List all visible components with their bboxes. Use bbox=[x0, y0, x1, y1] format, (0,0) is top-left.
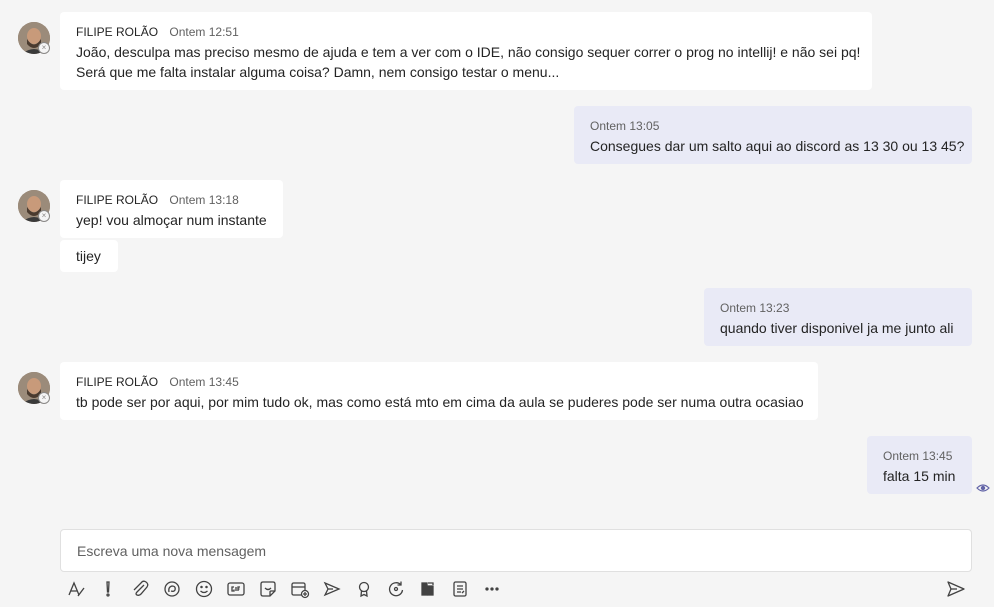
loop-icon[interactable] bbox=[161, 578, 183, 600]
updates-icon[interactable] bbox=[385, 578, 407, 600]
praise-icon[interactable] bbox=[353, 578, 375, 600]
message-text: falta 15 min bbox=[883, 468, 956, 484]
message-bubble[interactable]: Ontem 13:23 quando tiver disponivel ja m… bbox=[704, 288, 972, 346]
message-time: Ontem 13:45 bbox=[883, 449, 953, 463]
attach-icon[interactable] bbox=[129, 578, 151, 600]
message-sender: FILIPE ROLÃO bbox=[76, 193, 159, 207]
message-time: Ontem 13:45 bbox=[169, 375, 239, 389]
message-time: Ontem 12:51 bbox=[169, 25, 239, 39]
emoji-icon[interactable] bbox=[193, 578, 215, 600]
message-text: tijey bbox=[76, 248, 101, 264]
message-input[interactable] bbox=[61, 530, 971, 571]
compose-box[interactable] bbox=[60, 529, 972, 572]
message-text: Consegues dar um salto aqui ao discord a… bbox=[590, 138, 965, 154]
presence-unknown-icon: × bbox=[38, 42, 50, 54]
app-icon[interactable] bbox=[417, 578, 439, 600]
message-bubble[interactable]: tijey bbox=[60, 240, 118, 272]
message-text: quando tiver disponivel ja me junto ali bbox=[720, 320, 954, 336]
message-bubble[interactable]: Ontem 13:05 Consegues dar um salto aqui … bbox=[574, 106, 972, 164]
more-options-icon[interactable] bbox=[481, 578, 503, 600]
message-text: João, desculpa mas preciso mesmo de ajud… bbox=[76, 44, 861, 60]
message-time: Ontem 13:18 bbox=[169, 193, 239, 207]
message-time: Ontem 13:23 bbox=[720, 301, 790, 315]
stream-icon[interactable] bbox=[321, 578, 343, 600]
send-icon bbox=[947, 581, 965, 597]
presence-unknown-icon: × bbox=[38, 210, 50, 222]
message-bubble[interactable]: FILIPE ROLÃO Ontem 12:51 João, desculpa … bbox=[60, 12, 872, 90]
forms-icon[interactable] bbox=[449, 578, 471, 600]
important-icon[interactable] bbox=[97, 578, 119, 600]
message-sender: FILIPE ROLÃO bbox=[76, 25, 159, 39]
message-time: Ontem 13:05 bbox=[590, 119, 660, 133]
message-text: yep! vou almoçar num instante bbox=[76, 212, 267, 228]
presence-unknown-icon: × bbox=[38, 392, 50, 404]
sticker-icon[interactable] bbox=[257, 578, 279, 600]
format-icon[interactable] bbox=[65, 578, 87, 600]
gif-icon[interactable] bbox=[225, 578, 247, 600]
message-sender: FILIPE ROLÃO bbox=[76, 375, 159, 389]
compose-toolbar bbox=[0, 578, 994, 600]
message-text: Será que me falta instalar alguma coisa?… bbox=[76, 64, 560, 80]
read-receipt-icon bbox=[976, 484, 990, 492]
message-bubble[interactable]: FILIPE ROLÃO Ontem 13:45 tb pode ser por… bbox=[60, 362, 818, 420]
message-bubble[interactable]: Ontem 13:45 falta 15 min bbox=[867, 436, 972, 494]
message-bubble[interactable]: FILIPE ROLÃO Ontem 13:18 yep! vou almoça… bbox=[60, 180, 283, 238]
message-text: tb pode ser por aqui, por mim tudo ok, m… bbox=[76, 394, 804, 410]
schedule-meeting-icon[interactable] bbox=[289, 578, 311, 600]
send-button[interactable] bbox=[944, 578, 968, 600]
